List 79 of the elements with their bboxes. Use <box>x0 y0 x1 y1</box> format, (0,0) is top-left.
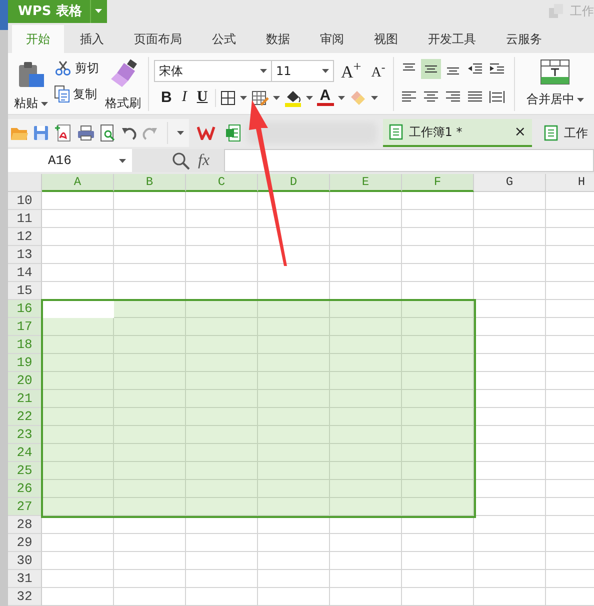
document-icon <box>388 124 403 140</box>
active-cell[interactable] <box>43 301 114 318</box>
caret-icon <box>95 9 102 14</box>
document-tab[interactable]: 工作簿1 * × <box>382 119 532 148</box>
dropdown-button[interactable] <box>90 0 107 23</box>
ribbon-tab[interactable]: 开始 <box>12 25 64 54</box>
border-icon[interactable] <box>220 90 236 106</box>
paste-button[interactable]: 粘贴 <box>12 57 50 114</box>
caret-icon[interactable] <box>177 131 184 136</box>
scissors-icon <box>54 59 72 78</box>
caret-icon[interactable] <box>338 96 345 100</box>
column-header[interactable]: G <box>474 174 546 192</box>
shrink-font-button[interactable]: A$^{-}$ <box>368 60 388 82</box>
ribbon-tab[interactable]: 云服务 <box>492 25 556 54</box>
grow-font-button[interactable]: A$^{+}$ <box>338 59 364 83</box>
alignment-button[interactable] <box>421 59 442 80</box>
copy-icon <box>54 85 70 104</box>
row-header[interactable]: 30 <box>8 552 42 570</box>
copy-button[interactable]: 复制 <box>54 85 99 104</box>
grid-icon[interactable] <box>250 90 269 106</box>
font-color-button[interactable]: A <box>316 89 334 106</box>
align-left-icon <box>401 90 418 104</box>
ribbon-tab[interactable]: 开发工具 <box>414 25 490 54</box>
caret-icon <box>260 69 267 74</box>
spreadsheet-icon[interactable] <box>225 124 241 142</box>
caret-icon <box>577 98 584 102</box>
italic-button[interactable]: I <box>178 89 190 106</box>
close-button[interactable]: × <box>514 124 526 140</box>
caret-icon <box>41 102 48 106</box>
caret-icon <box>119 158 126 163</box>
ribbon-tab[interactable]: 审阅 <box>306 25 358 54</box>
caret-icon[interactable] <box>240 96 247 100</box>
format-painter-button[interactable]: 格式刷 <box>103 57 143 114</box>
caret-icon <box>322 69 329 74</box>
stacked-pages-icon <box>548 3 564 20</box>
ribbon-tab[interactable]: 数据 <box>252 25 304 54</box>
row-header[interactable]: 13 <box>8 246 42 264</box>
formula-input[interactable] <box>224 149 594 172</box>
row-header[interactable]: 14 <box>8 264 42 282</box>
search-icon[interactable] <box>172 152 190 170</box>
caret-icon[interactable] <box>370 96 378 100</box>
column-header[interactable]: H <box>546 174 594 192</box>
merge-cells-icon <box>540 59 570 86</box>
ribbon-tab[interactable]: 页面布局 <box>120 25 196 54</box>
font-name-field[interactable]: 宋体 <box>154 60 272 82</box>
ribbon-tab[interactable]: 插入 <box>66 25 118 54</box>
merge-center-button[interactable]: 合并居中 <box>520 57 586 110</box>
row-header[interactable]: 29 <box>8 534 42 552</box>
row-header[interactable]: 11 <box>8 210 42 228</box>
align-right-icon <box>445 90 462 104</box>
undo-icon[interactable] <box>121 125 137 142</box>
cut-button[interactable]: 剪切 <box>54 59 99 78</box>
row-header[interactable]: 15 <box>8 282 42 300</box>
justify-icon <box>467 90 484 104</box>
ribbon-tab[interactable]: 公式 <box>198 25 250 54</box>
caret-icon[interactable] <box>306 96 313 100</box>
align-center-icon <box>423 90 440 104</box>
row-header[interactable]: 32 <box>8 588 42 606</box>
paint-bucket-icon[interactable] <box>284 88 302 107</box>
document-icon <box>544 125 558 142</box>
printer-icon[interactable] <box>77 125 95 142</box>
window-title: 工作 <box>570 2 594 20</box>
ribbon-tab[interactable]: 视图 <box>360 25 412 54</box>
name-box[interactable]: A16 <box>8 149 132 172</box>
outdent-icon <box>467 62 484 76</box>
paste-icon <box>16 59 46 90</box>
bold-button[interactable]: B <box>158 89 175 106</box>
underline-button[interactable]: U <box>194 89 211 106</box>
indent-icon <box>489 62 506 76</box>
magnifier-page-icon[interactable] <box>100 124 116 142</box>
row-header[interactable]: 31 <box>8 570 42 588</box>
function-button[interactable]: fx <box>198 152 210 170</box>
row-header[interactable]: 12 <box>8 228 42 246</box>
row-header[interactable]: 28 <box>8 516 42 534</box>
document-tab[interactable]: 工作 <box>538 119 594 148</box>
font-size-field[interactable]: 11 <box>272 60 334 82</box>
pdf-document-icon[interactable] <box>54 124 72 142</box>
distribute-icon <box>489 90 506 104</box>
row-header[interactable]: 10 <box>8 192 42 210</box>
